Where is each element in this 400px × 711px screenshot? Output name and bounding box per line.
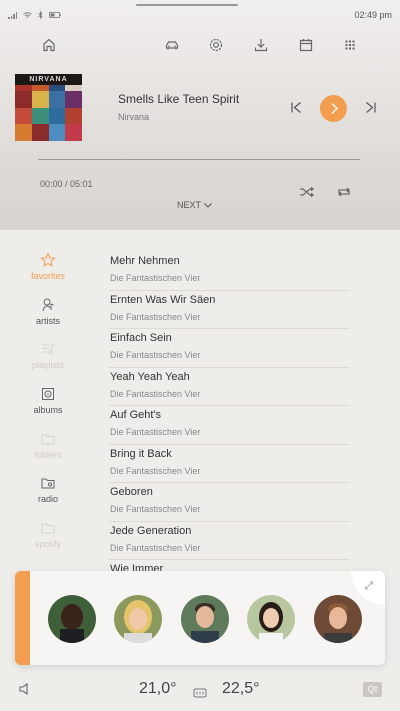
track-title: Mehr Nehmen: [110, 255, 180, 267]
sidebar-item-folders: folders: [0, 431, 96, 460]
expand-icon: [351, 571, 385, 605]
album-cover-logo: NIRVANA: [15, 74, 82, 85]
artist-icon: [42, 298, 54, 312]
bluetooth-icon: [38, 11, 43, 19]
folder-icon: [41, 434, 55, 445]
avatar-photo: [247, 595, 295, 643]
sidebar-item-playlists: playlists: [0, 341, 96, 370]
signal-icon: [8, 11, 17, 19]
battery-icon: [49, 12, 61, 18]
shuffle-icon[interactable]: [299, 185, 315, 203]
progress-bar[interactable]: [38, 159, 360, 160]
track-artist: Die Fantastischen Vier: [110, 504, 201, 514]
track-artist: Die Fantastischen Vier: [110, 427, 201, 437]
qt-logo: Qt: [363, 682, 382, 697]
sidebar-item-label: artists: [35, 316, 60, 326]
car-icon[interactable]: [163, 36, 181, 54]
next-track-icon[interactable]: [364, 101, 377, 119]
track-row[interactable]: Mehr Nehmen Die Fantastischen Vier: [109, 252, 350, 291]
avatar-photo: [48, 595, 96, 643]
sidebar-item-label: favorites: [30, 271, 65, 281]
contact-avatar[interactable]: [181, 595, 229, 643]
sidebar-item-albums[interactable]: albums: [0, 386, 96, 415]
sidebar-item-artists[interactable]: artists: [0, 297, 96, 326]
track-row[interactable]: Auf Geht's Die Fantastischen Vier: [109, 406, 350, 445]
sidebar-item-radio[interactable]: radio: [0, 475, 96, 504]
sidebar-item-favorites[interactable]: favorites: [0, 252, 96, 281]
track-row[interactable]: Jede Generation Die Fantastischen Vier: [109, 522, 350, 560]
calendar-icon[interactable]: [297, 36, 315, 54]
avatar-photo: [114, 595, 162, 643]
song-title: Smells Like Teen Spirit: [118, 92, 240, 106]
track-artist: Die Fantastischen Vier: [110, 542, 201, 553]
sidebar-item-spotify: spotify: [0, 520, 96, 549]
contact-avatar[interactable]: [247, 595, 295, 643]
contact-avatar[interactable]: [114, 595, 162, 643]
play-chevron-icon: [331, 103, 338, 114]
volume-icon[interactable]: [18, 682, 34, 701]
expand-panel-button[interactable]: [351, 571, 385, 605]
track-row[interactable]: Bring it Back Die Fantastischen Vier: [109, 445, 350, 483]
track-row[interactable]: Einfach Sein Die Fantastischen Vier: [109, 329, 350, 368]
status-bar: 02:49 pm: [0, 0, 400, 30]
download-icon[interactable]: [252, 36, 270, 54]
apps-grid-icon[interactable]: [341, 36, 359, 54]
previous-track-icon[interactable]: [290, 101, 303, 119]
seat-heater-icon[interactable]: [193, 685, 207, 703]
chevron-down-icon: [204, 202, 212, 208]
next-queue-toggle[interactable]: NEXT: [177, 200, 212, 210]
track-title: Ernten Was Wir Säen: [110, 293, 216, 306]
sidebar-item-label: albums: [33, 405, 63, 415]
track-title: Einfach Sein: [110, 332, 172, 344]
album-icon: [42, 388, 54, 400]
track-artist: Die Fantastischen Vier: [110, 311, 201, 322]
track-title: Bring it Back: [110, 447, 172, 460]
star-icon: [40, 252, 56, 267]
right-temperature[interactable]: 22,5°: [222, 680, 260, 698]
home-icon[interactable]: [40, 36, 58, 54]
track-artist: Die Fantastischen Vier: [110, 350, 201, 360]
track-title: Jede Generation: [110, 524, 192, 537]
track-title: Geboren: [110, 486, 153, 498]
contacts-panel: [15, 571, 385, 665]
track-title: Yeah Yeah Yeah: [110, 370, 190, 383]
track-title: Auf Geht's: [110, 409, 162, 421]
playlist-icon: [42, 343, 55, 355]
now-playing-panel: 02:49 pm NIRVANA Smells Like Teen Spirit…: [0, 0, 400, 230]
playback-time: 00:00 / 05:01: [40, 179, 93, 189]
play-button[interactable]: [320, 95, 347, 122]
contact-avatar[interactable]: [48, 595, 96, 643]
repeat-icon[interactable]: [336, 185, 352, 203]
track-artist: Die Fantastischen Vier: [110, 465, 201, 476]
spotify-icon: [41, 523, 55, 534]
track-artist: Die Fantastischen Vier: [110, 273, 201, 283]
top-handle: [136, 4, 238, 6]
song-artist: Nirvana: [118, 112, 150, 122]
track-row[interactable]: Yeah Yeah Yeah Die Fantastischen Vier: [109, 368, 350, 406]
next-label: NEXT: [177, 200, 202, 210]
settings-gear-icon[interactable]: [207, 36, 225, 54]
sidebar-item-label: folders: [34, 450, 62, 460]
avatar-photo: [181, 595, 229, 643]
sidebar-item-label: spotify: [34, 539, 61, 549]
radio-icon: [41, 478, 55, 489]
wifi-icon: [23, 11, 32, 18]
status-clock: 02:49 pm: [354, 10, 392, 20]
track-row[interactable]: Geboren Die Fantastischen Vier: [109, 483, 350, 522]
track-row[interactable]: Ernten Was Wir Säen Die Fantastischen Vi…: [109, 291, 350, 329]
sidebar-item-label: radio: [37, 494, 58, 504]
sidebar-item-label: playlists: [31, 360, 64, 370]
contacts-panel-accent: [15, 571, 30, 665]
track-artist: Die Fantastischen Vier: [110, 388, 201, 399]
left-temperature[interactable]: 21,0°: [139, 680, 177, 698]
top-navigation: [0, 36, 400, 54]
